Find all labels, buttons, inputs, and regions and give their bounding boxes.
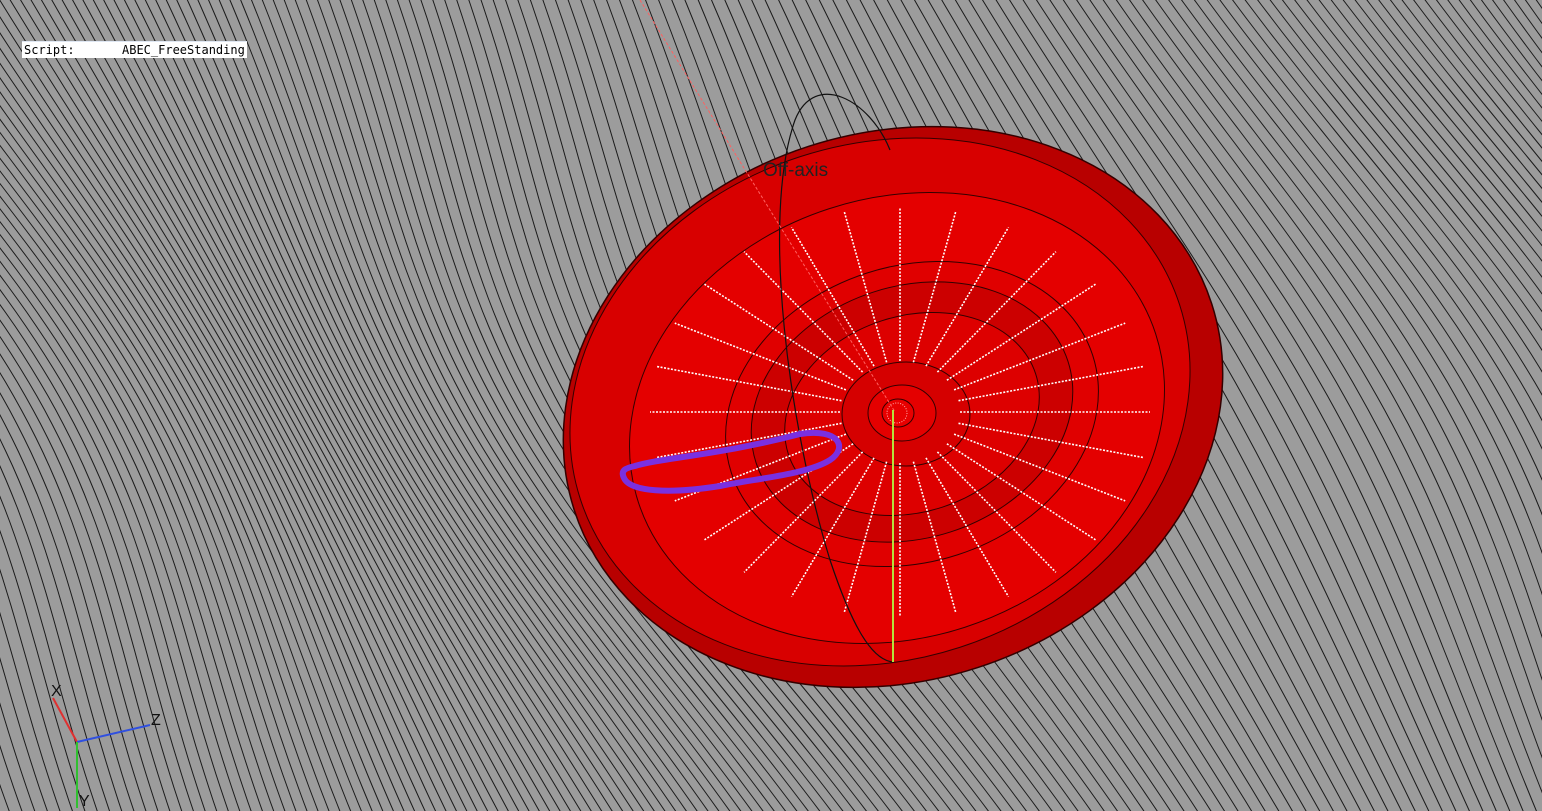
triad-y-label: Y bbox=[79, 793, 90, 810]
triad-z-label: Z bbox=[151, 712, 161, 729]
3d-viewport[interactable]: Off-axis X Z Y Script: ABEC_FreeStanding bbox=[0, 0, 1542, 811]
triad-x-label: X bbox=[51, 683, 62, 700]
off-axis-label: Off-axis bbox=[763, 160, 828, 181]
scene-canvas[interactable]: Off-axis X Z Y bbox=[0, 0, 1542, 811]
script-name: ABEC_FreeStanding bbox=[122, 43, 245, 57]
script-key: Script: bbox=[24, 43, 75, 57]
script-info: Script: ABEC_FreeStanding bbox=[22, 41, 247, 58]
